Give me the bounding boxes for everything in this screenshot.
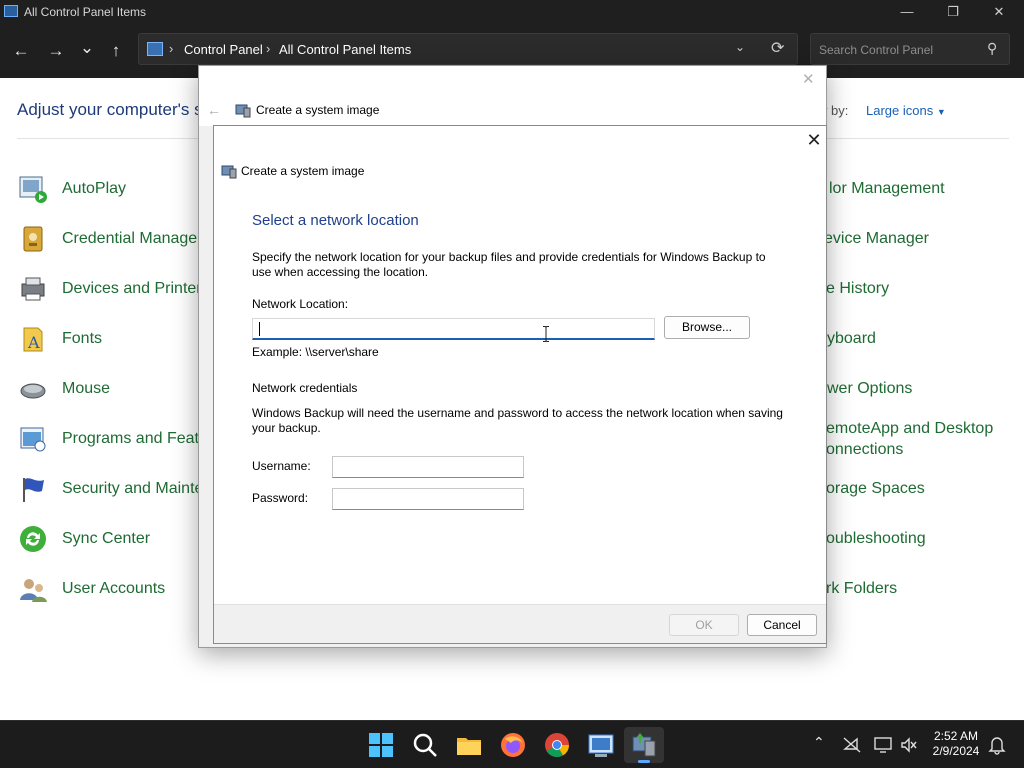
minimize-button[interactable]: — xyxy=(884,2,930,22)
tray-overflow-chevron-icon[interactable]: ⌃ xyxy=(813,734,825,751)
fonts-icon: A xyxy=(23,327,43,352)
cp-item-work-folders[interactable]: rk Folders xyxy=(826,580,897,598)
cp-item-remoteapp-line2[interactable]: onnections xyxy=(826,441,903,459)
cp-item-storage-spaces[interactable]: orage Spaces xyxy=(826,480,925,498)
page-title: Adjust your computer's se xyxy=(17,100,213,119)
breadcrumb-separator-icon: › xyxy=(266,41,271,56)
clock-date: 2/9/2024 xyxy=(932,744,980,758)
cp-item-programs-features[interactable]: Programs and Featu xyxy=(62,430,208,448)
taskbar: ⌃ 2:52 AM 2/9/2024 xyxy=(0,720,1024,768)
active-app-indicator xyxy=(638,760,650,763)
address-dropdown-icon[interactable]: ⌄ xyxy=(735,40,745,54)
firefox-icon[interactable] xyxy=(499,731,527,759)
password-input[interactable] xyxy=(332,488,524,510)
taskbar-clock[interactable]: 2:52 AM 2/9/2024 xyxy=(926,729,986,759)
network-disconnected-icon[interactable] xyxy=(843,737,861,753)
wizard-back-arrow-icon[interactable]: ← xyxy=(207,102,221,118)
recent-locations-chevron-icon[interactable]: ⌄ xyxy=(76,37,98,59)
dialog-heading: Select a network location xyxy=(252,212,419,229)
ibeam-cursor-icon xyxy=(543,326,549,342)
notification-bell-icon[interactable] xyxy=(988,735,1006,755)
cp-item-keyboard[interactable]: yboard xyxy=(827,330,876,348)
cp-item-troubleshooting[interactable]: oubleshooting xyxy=(826,530,926,548)
cp-item-remoteapp[interactable]: emoteApp and Desktop xyxy=(826,420,993,438)
text-caret xyxy=(259,322,260,336)
svg-text:A: A xyxy=(27,333,40,352)
dialog-close-icon[interactable]: ✕ xyxy=(804,130,824,150)
wizard-close-icon[interactable]: ✕ xyxy=(802,70,815,88)
wizard-header: ← Create a system image ✕ xyxy=(199,66,826,126)
devices-printers-icon xyxy=(21,277,45,301)
system-image-icon xyxy=(235,104,251,118)
password-label: Password: xyxy=(252,491,309,505)
window-title: All Control Panel Items xyxy=(24,5,147,19)
cp-item-device-manager[interactable]: evice Manager xyxy=(824,230,929,248)
system-image-backup-icon xyxy=(632,733,656,757)
network-location-dialog: ✕ Create a system image Select a network… xyxy=(213,125,827,644)
window-titlebar: All Control Panel Items — ❐ ✕ xyxy=(0,0,1024,24)
dialog-footer: OK Cancel xyxy=(214,604,826,643)
close-window-button[interactable]: ✕ xyxy=(976,2,1022,22)
control-panel-icon xyxy=(147,42,163,56)
network-location-label: Network Location: xyxy=(252,297,349,311)
network-location-example: Example: \\server\share xyxy=(252,345,379,359)
volume-muted-icon[interactable] xyxy=(900,736,918,754)
control-panel-taskbar-icon[interactable] xyxy=(587,731,615,759)
browse-button[interactable]: Browse... xyxy=(664,316,750,339)
clock-time: 2:52 AM xyxy=(933,729,979,743)
user-accounts-icon xyxy=(20,579,47,602)
sync-center-icon xyxy=(20,526,46,552)
display-icon[interactable] xyxy=(874,736,892,754)
dropdown-caret-icon: ▼ xyxy=(936,107,946,117)
back-arrow-icon[interactable]: ← xyxy=(10,40,32,62)
cp-item-sync-center[interactable]: Sync Center xyxy=(62,530,150,548)
dialog-description: Specify the network location for your ba… xyxy=(252,250,766,279)
search-icon[interactable]: ⚲ xyxy=(987,40,997,57)
breadcrumb-separator-icon: › xyxy=(169,41,174,56)
refresh-icon[interactable]: ⟳ xyxy=(771,38,784,58)
username-label: Username: xyxy=(252,459,311,473)
ok-button[interactable]: OK xyxy=(669,614,739,636)
maximize-button[interactable]: ❐ xyxy=(930,2,976,22)
system-image-icon xyxy=(221,165,237,179)
backup-app-taskbar-button[interactable] xyxy=(624,727,664,763)
cp-item-power-options[interactable]: wer Options xyxy=(827,380,912,398)
view-by-value: Large icons xyxy=(866,103,934,118)
cp-item-devices-printers[interactable]: Devices and Printers xyxy=(62,280,210,298)
start-windows-icon[interactable] xyxy=(367,731,395,759)
search-placeholder: Search Control Panel xyxy=(819,43,934,57)
programs-features-icon xyxy=(20,427,46,452)
credential-manager-icon xyxy=(23,226,43,252)
cp-item-security-maintenance[interactable]: Security and Mainte xyxy=(62,480,203,498)
forward-arrow-icon[interactable]: → xyxy=(45,40,67,62)
search-icon[interactable] xyxy=(411,731,439,759)
chrome-icon[interactable] xyxy=(543,731,571,759)
view-by-dropdown[interactable]: Large icons ▼ xyxy=(866,103,946,118)
cp-item-color-management[interactable]: lor Management xyxy=(829,180,945,198)
breadcrumb-all-items[interactable]: All Control Panel Items xyxy=(279,42,411,57)
credentials-heading: Network credentials xyxy=(252,381,358,395)
dialog-title: Create a system image xyxy=(241,164,365,178)
search-input[interactable]: Search Control Panel ⚲ xyxy=(810,33,1010,65)
cp-item-credential-manager[interactable]: Credential Manager xyxy=(62,230,203,248)
network-location-input[interactable] xyxy=(252,318,655,340)
cp-item-file-history[interactable]: e History xyxy=(826,280,889,298)
security-maintenance-flag-icon xyxy=(23,478,44,502)
breadcrumb-control-panel[interactable]: Control Panel xyxy=(184,42,263,57)
cancel-button[interactable]: Cancel xyxy=(747,614,817,636)
cp-item-user-accounts[interactable]: User Accounts xyxy=(62,580,165,598)
autoplay-icon xyxy=(19,176,47,203)
credentials-description: Windows Backup will need the username an… xyxy=(252,406,783,435)
file-explorer-icon[interactable] xyxy=(455,731,483,759)
cp-item-mouse[interactable]: Mouse xyxy=(62,380,110,398)
cp-item-fonts[interactable]: Fonts xyxy=(62,330,102,348)
control-panel-icon xyxy=(4,5,18,17)
username-input[interactable] xyxy=(332,456,524,478)
up-arrow-icon[interactable]: ↑ xyxy=(105,40,127,62)
cp-item-autoplay[interactable]: AutoPlay xyxy=(62,180,126,198)
address-bar[interactable]: › Control Panel › All Control Panel Item… xyxy=(138,33,798,65)
wizard-title: Create a system image xyxy=(256,103,380,117)
mouse-icon xyxy=(20,383,46,399)
